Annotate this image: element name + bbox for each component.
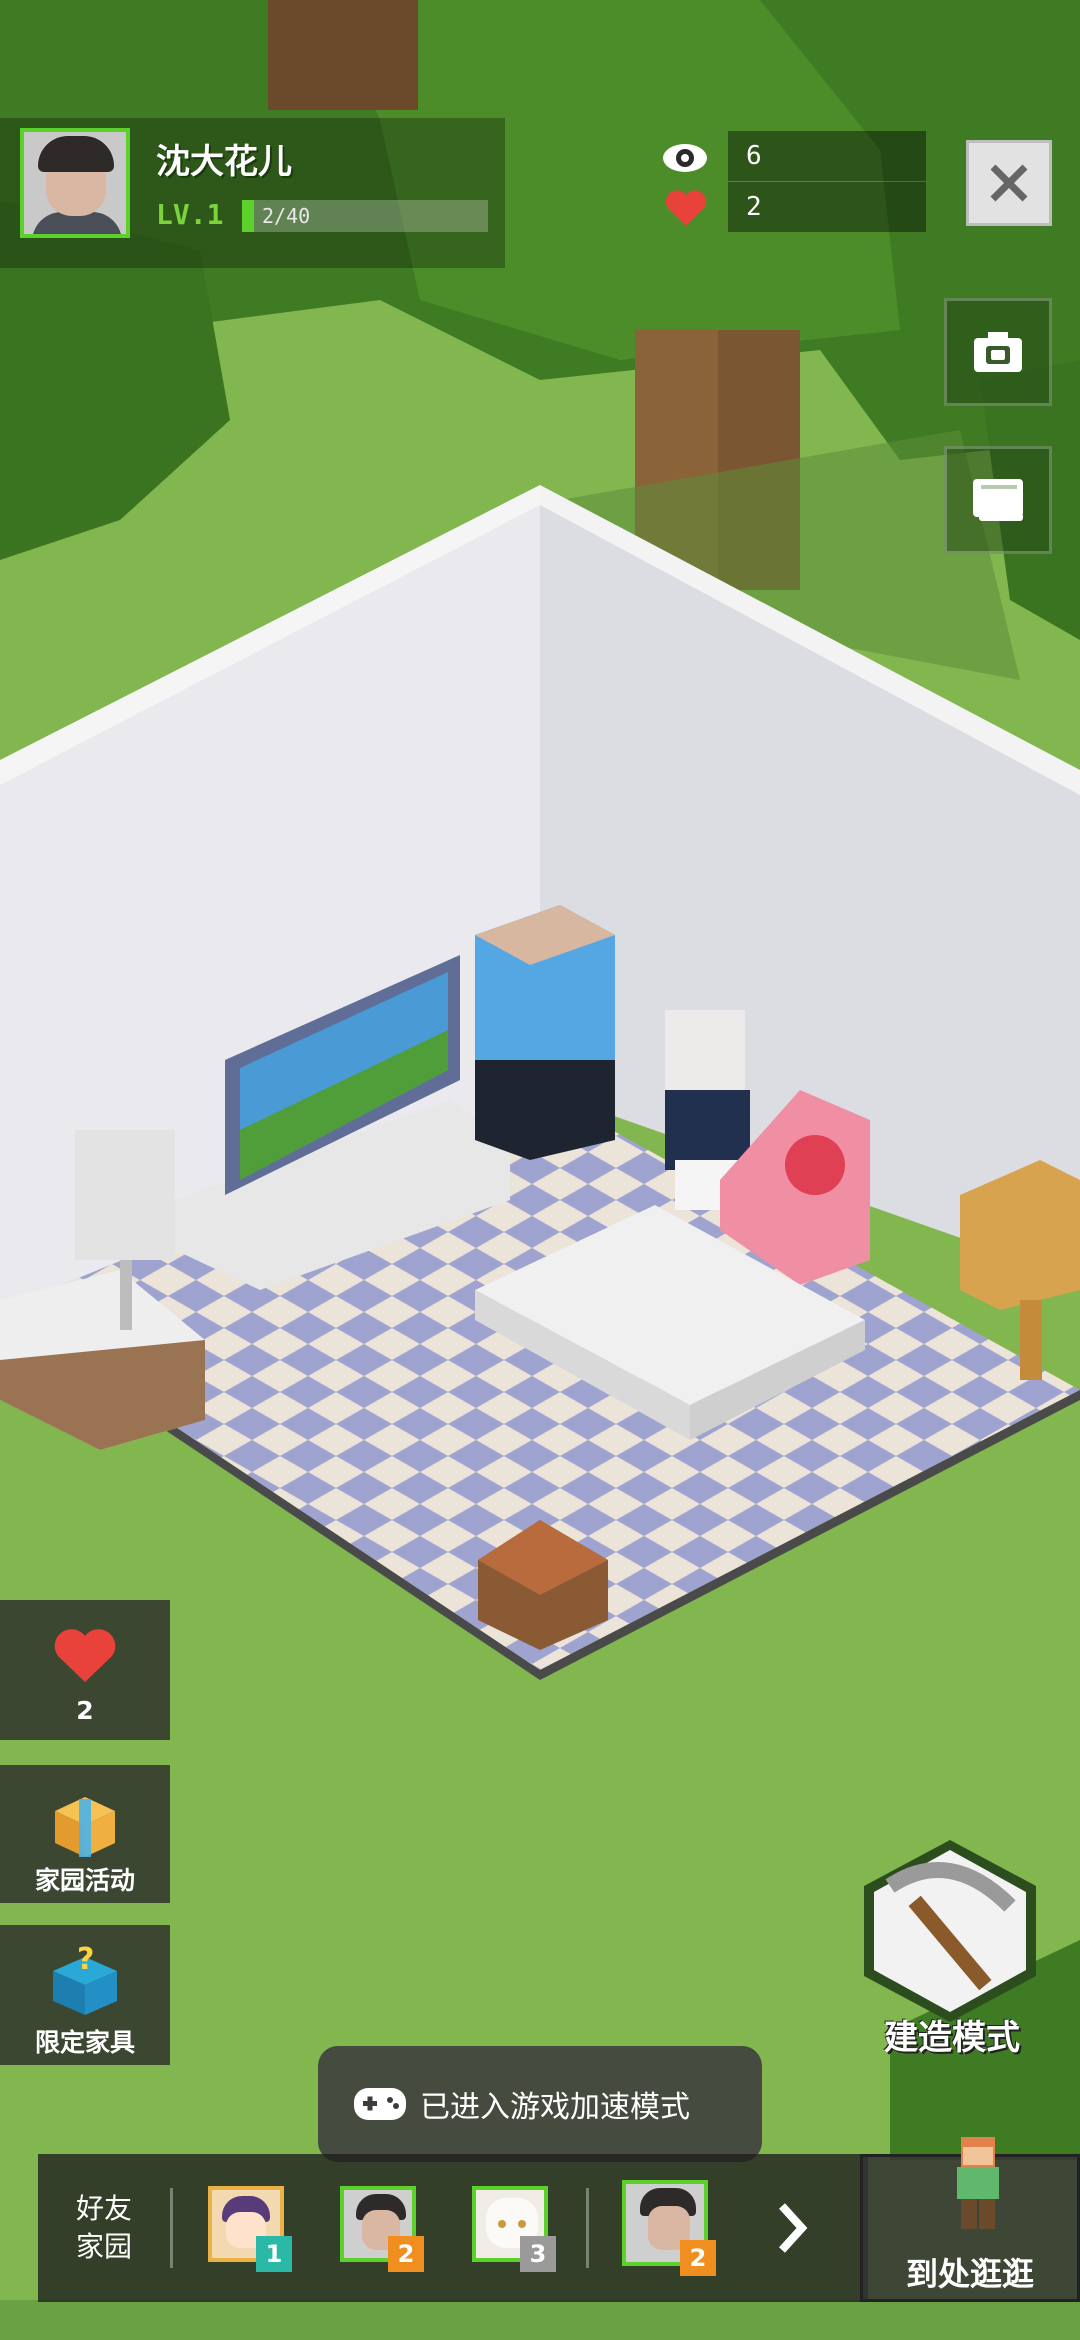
close-icon bbox=[990, 164, 1028, 202]
limited-furniture-button[interactable]: ? 限定家具 bbox=[0, 1925, 170, 2065]
gamepad-icon bbox=[354, 2088, 406, 2120]
friends-label-line1: 好友 bbox=[75, 2192, 132, 2225]
home-likes-count: 2 bbox=[76, 1696, 94, 1725]
build-mode-label: 建造模式 bbox=[884, 2018, 1020, 2058]
divider bbox=[586, 2188, 589, 2268]
character-icon bbox=[957, 2137, 999, 2229]
build-mode-button[interactable]: 建造模式 bbox=[850, 1836, 1050, 2060]
player-avatar[interactable] bbox=[20, 128, 130, 238]
close-button[interactable] bbox=[966, 140, 1052, 226]
friend-rank-badge: 3 bbox=[520, 2236, 556, 2272]
likes-count: 2 bbox=[728, 182, 926, 232]
like-home-button[interactable]: 2 bbox=[0, 1600, 170, 1740]
friends-homes-bar: 好友 家园 1 2 3 2 bbox=[38, 2154, 868, 2302]
camera-icon bbox=[974, 332, 1022, 372]
svg-text:?: ? bbox=[77, 1942, 94, 1977]
toast-message: 已进入游戏加速模式 bbox=[420, 2090, 690, 2125]
acceleration-toast: 已进入游戏加速模式 bbox=[318, 2046, 762, 2162]
xp-progress-text: 2/40 bbox=[262, 204, 311, 228]
xp-progress-fill bbox=[242, 200, 255, 232]
gift-box-icon bbox=[55, 1797, 115, 1857]
friend-rank-badge: 1 bbox=[256, 2236, 292, 2272]
visit-around-label: 到处逛逛 bbox=[905, 2255, 1034, 2293]
limited-furniture-label: 限定家具 bbox=[34, 2028, 135, 2057]
friends-homes-label[interactable]: 好友 家园 bbox=[58, 2190, 150, 2266]
eye-icon bbox=[663, 144, 707, 172]
home-events-button[interactable]: 家园活动 bbox=[0, 1765, 170, 1903]
mystery-chest-icon: ? bbox=[53, 1942, 117, 2015]
divider bbox=[170, 2188, 173, 2268]
book-icon bbox=[973, 479, 1023, 521]
heart-icon bbox=[665, 190, 707, 226]
views-count: 6 bbox=[728, 131, 926, 181]
player-name: 沈大花儿 bbox=[156, 142, 292, 182]
friend-home-2[interactable]: 2 bbox=[340, 2186, 424, 2272]
chevron-right-icon[interactable] bbox=[774, 2200, 810, 2256]
pickaxe-icon bbox=[864, 1840, 1036, 2022]
friend-home-3[interactable]: 3 bbox=[472, 2186, 556, 2272]
friend-home-1[interactable]: 1 bbox=[208, 2186, 292, 2272]
visit-around-button[interactable]: 到处逛逛 bbox=[860, 2137, 1080, 2302]
home-events-label: 家园活动 bbox=[34, 1866, 135, 1895]
friends-label-line2: 家园 bbox=[75, 2230, 132, 2263]
xp-progress-bar: 2/40 bbox=[242, 200, 488, 232]
heart-icon bbox=[54, 1629, 116, 1682]
friend-rank-badge: 2 bbox=[680, 2240, 716, 2276]
friend-rank-badge: 2 bbox=[388, 2236, 424, 2272]
book-button[interactable] bbox=[944, 446, 1052, 554]
friend-home-self[interactable]: 2 bbox=[622, 2180, 716, 2276]
player-level: LV.1 bbox=[156, 198, 224, 231]
camera-button[interactable] bbox=[944, 298, 1052, 406]
